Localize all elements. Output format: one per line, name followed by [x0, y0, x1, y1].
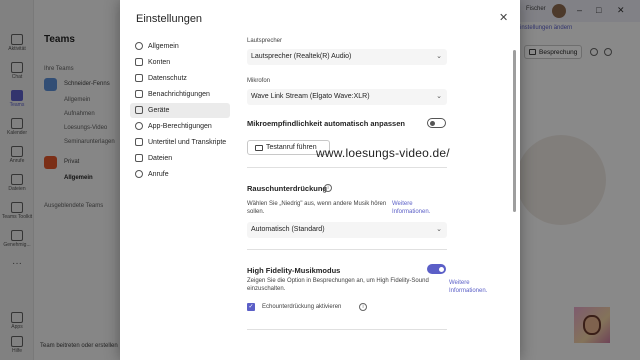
noise-select[interactable]: Automatisch (Standard) ⌄ — [247, 222, 447, 238]
toggle-knob — [439, 266, 444, 272]
hifi-more-info-link[interactable]: Weitere Informationen. — [449, 279, 497, 295]
divider — [247, 249, 447, 250]
speaker-value: Lautsprecher (Realtek(R) Audio) — [251, 53, 352, 60]
nav-item-captions[interactable]: Untertitel und Transkripte — [130, 135, 230, 150]
nav-label: Datenschutz — [148, 75, 187, 82]
account-icon — [135, 58, 143, 66]
watermark-text: www.loesungs-video.de/ — [316, 146, 450, 160]
mic-value: Wave Link Stream (Elgato Wave:XLR) — [251, 93, 370, 100]
info-icon[interactable]: i — [359, 303, 367, 311]
lock-icon — [135, 74, 143, 82]
echo-label: Echounterdrückung aktivieren — [262, 304, 342, 310]
echo-checkbox[interactable]: ✓ — [247, 303, 255, 311]
nav-item-files[interactable]: Dateien — [130, 151, 230, 166]
nav-item-devices[interactable]: Geräte — [130, 103, 230, 118]
chevron-down-icon: ⌄ — [436, 226, 442, 233]
dialog-title: Einstellungen — [136, 13, 203, 25]
nav-label: Konten — [148, 59, 171, 66]
nav-label: Untertitel und Transkripte — [148, 139, 227, 146]
divider — [247, 329, 447, 330]
device-icon — [135, 106, 143, 114]
noise-description: Wählen Sie „Niedrig" aus, wenn andere Mu… — [247, 201, 387, 215]
file-icon — [135, 154, 143, 162]
test-call-label: Testanruf führen — [266, 144, 317, 151]
settings-dialog: Einstellungen ✕ Allgemein Konten Datensc… — [120, 0, 520, 360]
bell-icon — [135, 90, 143, 98]
nav-label: Benachrichtigungen — [148, 91, 210, 98]
nav-item-calls[interactable]: Anrufe — [130, 167, 230, 182]
nav-label: Allgemein — [148, 43, 179, 50]
scrollbar[interactable] — [513, 50, 516, 212]
auto-sensitivity-toggle[interactable] — [427, 118, 446, 128]
speaker-select[interactable]: Lautsprecher (Realtek(R) Audio) ⌄ — [247, 49, 447, 65]
noise-value: Automatisch (Standard) — [251, 226, 325, 233]
mic-label: Mikrofon — [247, 78, 271, 84]
mic-select[interactable]: Wave Link Stream (Elgato Wave:XLR) ⌄ — [247, 89, 447, 105]
chevron-down-icon: ⌄ — [436, 53, 442, 60]
noise-more-info-link[interactable]: Weitere Informationen. — [392, 200, 440, 216]
nav-label: Anrufe — [148, 171, 169, 178]
nav-item-general[interactable]: Allgemein — [130, 39, 230, 54]
nav-item-privacy[interactable]: Datenschutz — [130, 71, 230, 86]
phone-icon — [135, 170, 143, 178]
nav-label: Geräte — [148, 107, 170, 114]
test-call-icon — [255, 145, 263, 151]
toggle-knob — [430, 120, 435, 126]
hifi-toggle[interactable] — [427, 264, 446, 274]
noise-title: Rauschunterdrückung — [247, 184, 328, 193]
divider — [247, 167, 447, 168]
hifi-title: High Fidelity-Musikmodus — [247, 266, 341, 275]
cc-icon — [135, 138, 143, 146]
info-icon[interactable]: i — [324, 184, 332, 192]
shield-icon — [135, 122, 143, 130]
nav-label: App-Berechtigungen — [148, 123, 212, 130]
nav-label: Dateien — [148, 155, 173, 162]
chevron-down-icon: ⌄ — [436, 93, 442, 100]
speaker-label: Lautsprecher — [247, 38, 283, 44]
gear-icon — [135, 42, 143, 50]
close-icon[interactable]: ✕ — [499, 11, 508, 24]
nav-item-app-permissions[interactable]: App-Berechtigungen — [130, 119, 230, 134]
nav-item-notifications[interactable]: Benachrichtigungen — [130, 87, 230, 102]
hifi-description: Zeigen Sie die Option in Besprechungen a… — [247, 278, 429, 292]
auto-sensitivity-label: Mikroempfindlichkeit automatisch anpasse… — [247, 119, 405, 128]
nav-item-accounts[interactable]: Konten — [130, 55, 230, 70]
